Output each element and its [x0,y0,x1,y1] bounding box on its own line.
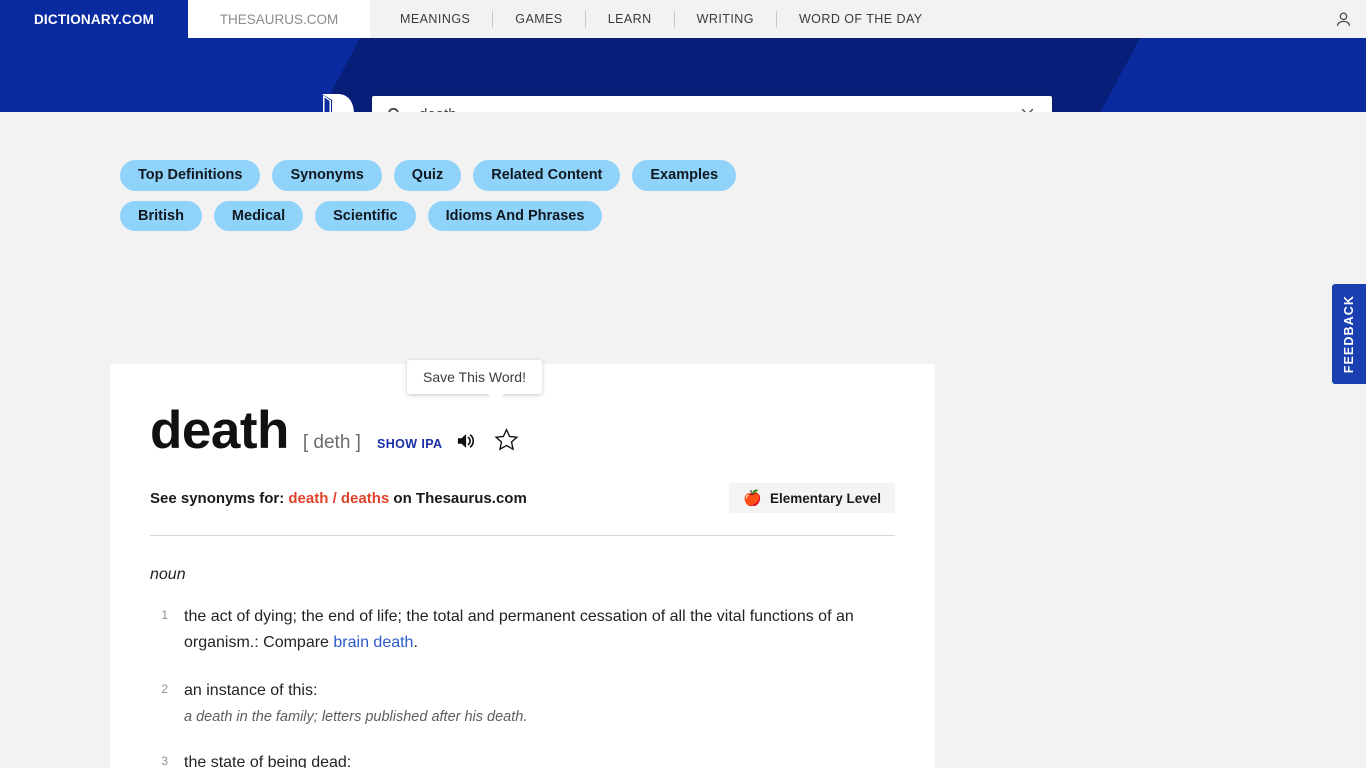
nav-tab-thesaurus-label: THESAURUS.COM [219,11,339,27]
feedback-tab[interactable]: FEEDBACK [1332,284,1366,384]
synonyms-suffix: on Thesaurus.com [393,489,527,507]
definition-number: 1 [161,608,168,622]
chip-idioms-and-phrases[interactable]: Idioms And Phrases [427,200,603,232]
list-item: 2 an instance of this: a death in the fa… [150,678,895,730]
synonyms-text: See synonyms for: death / deaths on Thes… [150,490,527,507]
chip-quiz[interactable]: Quiz [393,160,462,191]
star-outline-icon[interactable] [494,427,519,457]
synonyms-prefix: See synonyms for: [150,489,285,507]
divider [150,535,895,536]
search-box[interactable] [372,96,1052,112]
definition-text-main: the act of dying; the end of life; the t… [184,608,854,652]
list-item: 3 the state of being dead: to lie still … [150,750,895,768]
definition-text: an instance of this: [184,681,318,699]
nav-link-meanings[interactable]: MEANINGS [378,12,492,26]
definition-text: the act of dying; the end of life; the t… [184,604,895,657]
chip-british[interactable]: British [120,200,202,232]
status-badge: 🍎 Elementary Level [729,483,895,513]
save-word-tooltip-label: Save This Word! [423,369,526,385]
search-icon [386,106,403,112]
clear-search-icon[interactable] [1019,106,1036,112]
definition-example: a death in the family; letters published… [184,709,528,726]
section-chip-list: Top Definitions Synonyms Quiz Related Co… [0,112,820,232]
nav-tab-thesaurus[interactable]: THESAURUS.COM [188,0,370,38]
user-account-icon[interactable] [1330,6,1356,32]
chip-related-content[interactable]: Related Content [473,160,621,191]
save-word-tooltip: Save This Word! [407,360,542,403]
page-body: Top Definitions Synonyms Quiz Related Co… [0,112,1366,768]
part-of-speech-label: noun [150,566,186,583]
chip-top-definitions[interactable]: Top Definitions [120,160,261,191]
nav-link-games[interactable]: GAMES [493,12,584,26]
definition-body: the state of being dead: to lie still in… [184,750,895,768]
show-ipa-button[interactable]: SHOW IPA [377,437,442,451]
chip-scientific[interactable]: Scientific [315,200,416,232]
synonyms-line: See synonyms for: death / deaths on Thes… [150,483,895,513]
definition-body: the act of dying; the end of life; the t… [184,604,895,657]
dictionary-d-logo[interactable] [318,90,354,112]
chip-examples[interactable]: Examples [632,160,737,191]
nav-tab-dictionary[interactable]: DICTIONARY.COM [0,0,188,38]
headword-row: death [ deth ] SHOW IPA [150,404,895,457]
list-item: 1 the act of dying; the end of life; the… [150,604,895,657]
definition-number: 2 [161,681,168,696]
definition-body: an instance of this: a death in the fami… [184,678,895,730]
nav-link-writing[interactable]: WRITING [675,12,776,26]
chip-synonyms[interactable]: Synonyms [272,160,382,191]
speaker-icon[interactable] [456,431,478,456]
feedback-tab-label: FEEDBACK [1342,294,1356,374]
definition-text: the state of being dead: [184,754,352,768]
search-input[interactable] [417,104,1019,112]
definition-number: 3 [161,754,168,768]
nav-tab-dictionary-label: DICTIONARY.COM [33,11,155,27]
synonyms-link[interactable]: death / deaths [288,490,389,507]
chip-medical[interactable]: Medical [213,200,304,232]
nav-links: MEANINGS GAMES LEARN WRITING WORD OF THE… [370,0,945,38]
definition-card: death [ deth ] SHOW IPA See synonyms for… [110,364,935,768]
red-apple-icon: 🍎 [743,490,762,507]
search-band [0,38,1366,112]
nav-link-word-of-the-day[interactable]: WORD OF THE DAY [777,12,945,26]
nav-link-learn[interactable]: LEARN [586,12,674,26]
definition-cross-reference-link[interactable]: brain death [333,634,413,651]
top-navigation-bar: DICTIONARY.COM THESAURUS.COM MEANINGS GA… [0,0,1366,38]
definition-text-tail: . [413,634,418,652]
pronunciation-text: [ deth ] [302,432,361,453]
page-title: death [150,401,289,460]
status-badge-label: Elementary Level [769,490,881,506]
definition-list: 1 the act of dying; the end of life; the… [150,604,895,768]
